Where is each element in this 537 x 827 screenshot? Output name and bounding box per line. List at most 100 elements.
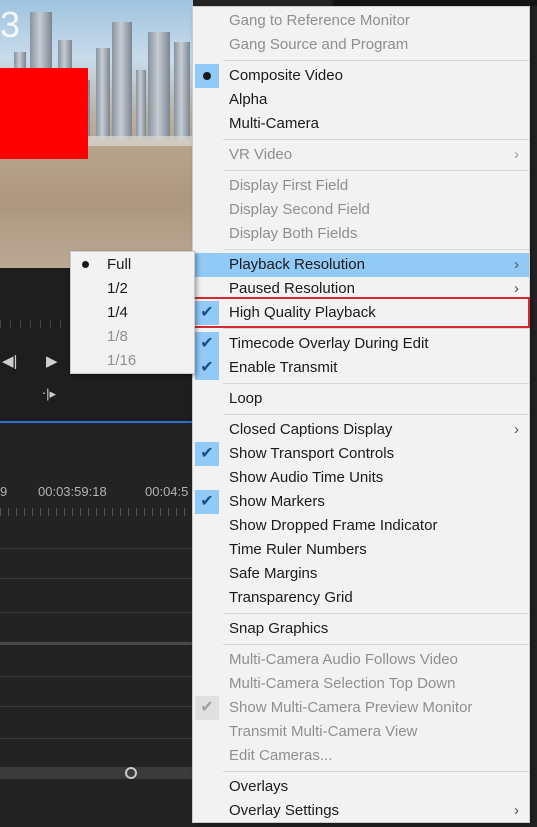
selected-dot-icon xyxy=(82,261,89,268)
menu-item-label: Show Dropped Frame Indicator xyxy=(229,517,438,534)
menu-item-show-audio-time-units[interactable]: Show Audio Time Units xyxy=(193,466,529,490)
menu-item-show-transport-controls[interactable]: ✔ Show Transport Controls xyxy=(193,442,529,466)
check-icon: ✔ xyxy=(200,359,214,376)
submenu-item-half[interactable]: 1/2 xyxy=(71,277,194,301)
track-divider xyxy=(0,578,193,579)
menu-separator xyxy=(223,170,529,171)
menu-separator xyxy=(223,139,529,140)
playback-resolution-submenu: Full 1/2 1/4 1/8 1/16 xyxy=(70,251,195,374)
timeline-ruler-ticks xyxy=(0,508,193,516)
menu-item-label: Multi-Camera xyxy=(229,115,320,132)
track-divider xyxy=(0,676,193,677)
menu-item-timecode-overlay-during-edit[interactable]: ✔ Timecode Overlay During Edit xyxy=(193,332,529,356)
menu-item-label: Overlays xyxy=(229,778,289,795)
check-icon: ✔ xyxy=(200,699,214,716)
menu-item-label: Multi-Camera Selection Top Down xyxy=(229,675,456,692)
menu-separator xyxy=(223,249,529,250)
menu-item-label: Display First Field xyxy=(229,177,349,194)
zoom-handle[interactable] xyxy=(125,767,137,779)
check-icon: ✔ xyxy=(200,493,214,510)
menu-separator xyxy=(223,771,529,772)
building xyxy=(174,42,190,140)
menu-item-label: Transmit Multi-Camera View xyxy=(229,723,418,740)
chevron-right-icon: › xyxy=(514,146,519,163)
sand-ground xyxy=(0,140,193,268)
menu-item-label: Show Multi-Camera Preview Monitor xyxy=(229,699,473,716)
menu-item-show-multi-camera-preview-monitor: ✔ Show Multi-Camera Preview Monitor xyxy=(193,696,529,720)
track-divider xyxy=(0,612,193,613)
callout-highlight-box xyxy=(184,297,530,328)
menu-item-display-both-fields: Display Both Fields xyxy=(193,222,529,246)
overlay-number: 3 xyxy=(0,4,21,45)
menu-item-label: Show Transport Controls xyxy=(229,445,395,462)
menu-item-playback-resolution[interactable]: Playback Resolution › xyxy=(193,253,529,277)
red-overlay-shape xyxy=(0,68,88,159)
menu-item-composite-video[interactable]: Composite Video xyxy=(193,64,529,88)
track-divider xyxy=(0,706,193,707)
play-icon[interactable]: ▶ xyxy=(46,352,58,370)
menu-item-time-ruler-numbers[interactable]: Time Ruler Numbers xyxy=(193,538,529,562)
menu-item-multi-camera-selection-top-down: Multi-Camera Selection Top Down xyxy=(193,672,529,696)
submenu-item-label: 1/8 xyxy=(107,328,128,345)
submenu-item-label: Full xyxy=(107,256,132,273)
program-monitor-preview: 3 xyxy=(0,0,193,268)
dot-icon xyxy=(203,72,211,80)
menu-item-multi-camera[interactable]: Multi-Camera xyxy=(193,112,529,136)
insert-icon[interactable]: ⋅|▸ xyxy=(42,386,56,402)
menu-item-label: Closed Captions Display xyxy=(229,421,393,438)
menu-separator xyxy=(223,414,529,415)
menu-item-label: Snap Graphics xyxy=(229,620,329,637)
chevron-right-icon: › xyxy=(514,256,519,273)
submenu-item-full[interactable]: Full xyxy=(71,253,194,277)
checkmark-icon: ✔ xyxy=(195,696,219,720)
building xyxy=(148,32,170,140)
timeline-scrollbar[interactable] xyxy=(0,767,193,779)
menu-item-label: Transparency Grid xyxy=(229,589,353,606)
menu-item-label: Composite Video xyxy=(229,67,343,84)
menu-item-label: Enable Transmit xyxy=(229,359,338,376)
menu-separator xyxy=(223,383,529,384)
menu-item-safe-margins[interactable]: Safe Margins xyxy=(193,562,529,586)
menu-item-closed-captions-display[interactable]: Closed Captions Display › xyxy=(193,418,529,442)
menu-item-multi-camera-audio-follows-video: Multi-Camera Audio Follows Video xyxy=(193,648,529,672)
menu-item-label: Playback Resolution xyxy=(229,256,365,273)
menu-item-label: Alpha xyxy=(229,91,268,108)
menu-item-loop[interactable]: Loop xyxy=(193,387,529,411)
menu-separator xyxy=(223,644,529,645)
submenu-item-label: 1/2 xyxy=(107,280,128,297)
menu-item-label: Gang Source and Program xyxy=(229,36,409,53)
menu-item-snap-graphics[interactable]: Snap Graphics xyxy=(193,617,529,641)
menu-item-show-dropped-frame-indicator[interactable]: Show Dropped Frame Indicator xyxy=(193,514,529,538)
menu-item-label: Time Ruler Numbers xyxy=(229,541,367,558)
menu-item-vr-video: VR Video › xyxy=(193,143,529,167)
checkmark-icon: ✔ xyxy=(195,332,219,356)
menu-item-show-markers[interactable]: ✔ Show Markers xyxy=(193,490,529,514)
menu-item-label: Display Second Field xyxy=(229,201,370,218)
menu-separator xyxy=(223,613,529,614)
chevron-right-icon: › xyxy=(514,802,519,819)
submenu-item-1-4[interactable]: 1/4 xyxy=(71,301,194,325)
timecode-label: 00:03:59:18 xyxy=(38,484,107,499)
menu-item-overlays[interactable]: Overlays xyxy=(193,775,529,799)
monitor-settings-menu: Gang to Reference Monitor Gang Source and… xyxy=(192,6,530,823)
menu-item-overlay-settings[interactable]: Overlay Settings › xyxy=(193,799,529,823)
menu-item-alpha[interactable]: Alpha xyxy=(193,88,529,112)
building xyxy=(112,22,132,140)
menu-item-enable-transmit[interactable]: ✔ Enable Transmit xyxy=(193,356,529,380)
chevron-right-icon: › xyxy=(514,421,519,438)
menu-item-display-second-field: Display Second Field xyxy=(193,198,529,222)
step-back-icon[interactable]: ◀| xyxy=(2,352,17,370)
timecode-label: 9 xyxy=(0,484,8,499)
menu-item-label: Multi-Camera Audio Follows Video xyxy=(229,651,458,668)
menu-separator xyxy=(223,328,529,329)
menu-item-display-first-field: Display First Field xyxy=(193,174,529,198)
menu-item-label: Overlay Settings xyxy=(229,802,340,819)
submenu-item-1-16: 1/16 xyxy=(71,349,194,373)
menu-item-label: Gang to Reference Monitor xyxy=(229,12,410,29)
building xyxy=(96,48,110,140)
menu-item-label: Loop xyxy=(229,390,263,407)
track-divider xyxy=(0,548,193,549)
menu-item-label: Show Audio Time Units xyxy=(229,469,384,486)
menu-item-transparency-grid[interactable]: Transparency Grid xyxy=(193,586,529,610)
check-icon: ✔ xyxy=(200,445,214,462)
